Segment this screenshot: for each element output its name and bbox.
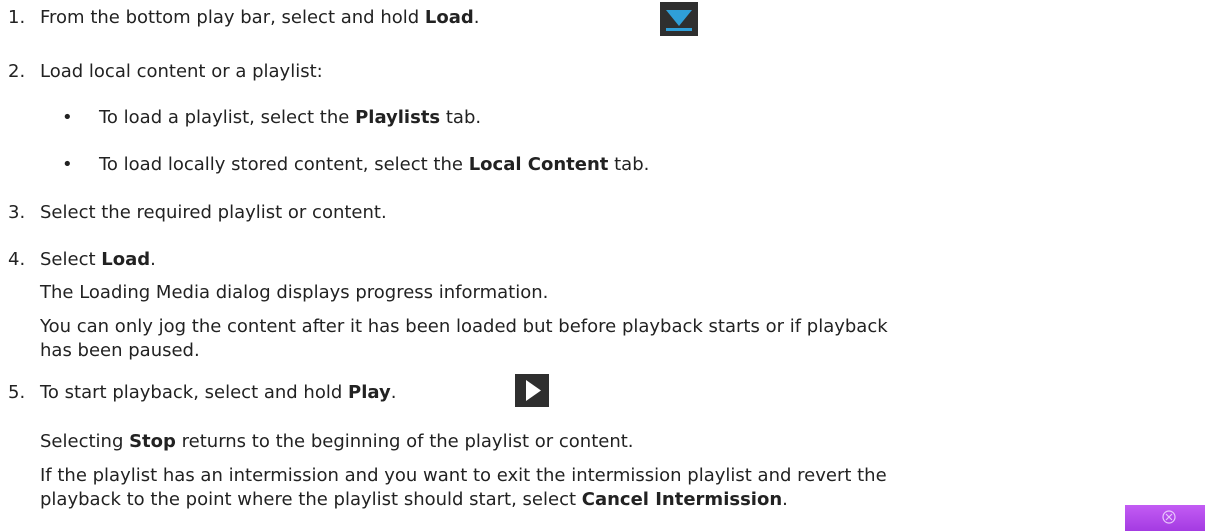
step-text: Load local content or a playlist: <box>40 61 323 82</box>
step-text: To start playback, select and hold Play. <box>40 382 397 403</box>
bullet-text: To load a playlist, select the Playlists… <box>99 107 482 128</box>
bullet-dot: • <box>62 154 73 175</box>
step-text: Select the required playlist or content. <box>40 202 387 223</box>
step-number: 5. <box>8 382 26 403</box>
cancel-intermission-icon <box>1125 505 1205 531</box>
intermission-note-line-2: playback to the point where the playlist… <box>40 489 788 510</box>
step-4-paragraph: has been paused. <box>40 340 200 361</box>
step-number: 4. <box>8 249 26 270</box>
step-text: Select Load. <box>40 249 156 270</box>
instruction-document: 1. From the bottom play bar, select and … <box>0 0 1205 531</box>
play-triangle-icon <box>515 374 549 407</box>
step-number: 2. <box>8 61 26 82</box>
step-4-paragraph: The Loading Media dialog displays progre… <box>40 282 549 303</box>
bullet-dot: • <box>62 107 73 128</box>
bullet-text: To load locally stored content, select t… <box>99 154 650 175</box>
intermission-note-line-1: If the playlist has an intermission and … <box>40 465 887 486</box>
step-4-paragraph: You can only jog the content after it ha… <box>40 316 888 337</box>
download-arrow-icon <box>660 2 698 36</box>
step-number: 1. <box>8 7 26 28</box>
stop-note: Selecting Stop returns to the beginning … <box>40 431 634 452</box>
step-number: 3. <box>8 202 26 223</box>
step-text: From the bottom play bar, select and hol… <box>40 7 480 28</box>
